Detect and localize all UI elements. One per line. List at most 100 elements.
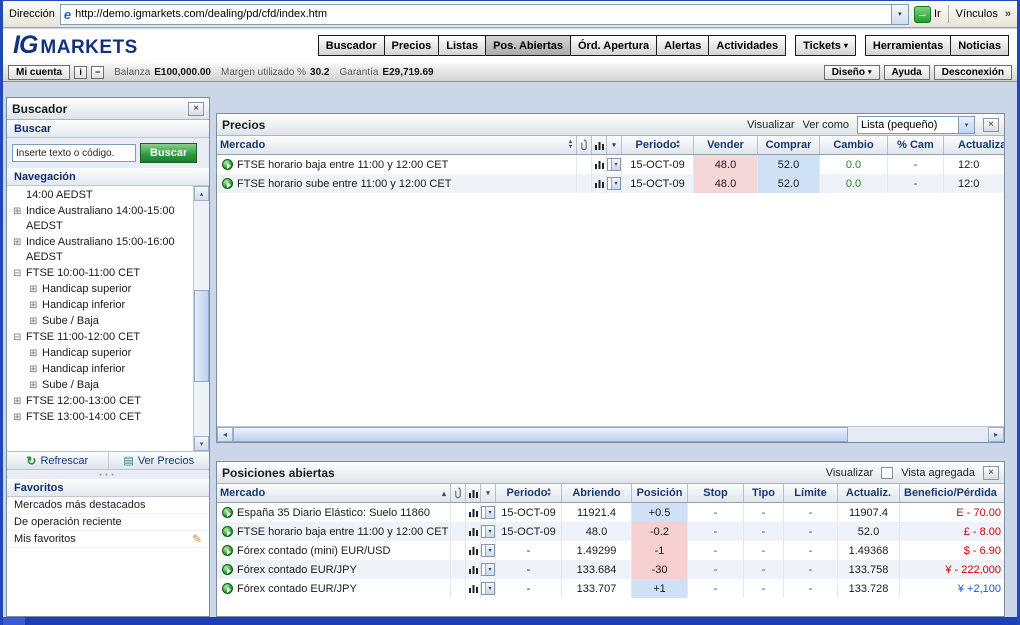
scroll-right-icon[interactable]: ▸	[988, 427, 1004, 442]
nav-button-listas[interactable]: Listas	[438, 35, 486, 56]
position-row[interactable]: FTSE horario baja entre 11:00 y 12:00 CE…	[217, 522, 1004, 541]
column-header-updated[interactable]: Actualizado	[944, 136, 1004, 154]
column-header-period[interactable]: Periodo▴▾	[622, 136, 694, 154]
tree-item[interactable]: ⊞Handicap superior	[7, 346, 193, 362]
dropdown-cell[interactable]: ▾	[607, 155, 622, 174]
dropdown-cell[interactable]: ▾	[481, 560, 496, 579]
column-header-chart[interactable]	[466, 484, 481, 502]
scroll-up-icon[interactable]: ▴	[194, 186, 209, 201]
minimize-button[interactable]: −	[91, 66, 104, 79]
toolbar-overflow-icon[interactable]: »	[1005, 8, 1011, 20]
links-label[interactable]: Vínculos	[956, 8, 998, 20]
dropdown-cell[interactable]: ▾	[481, 541, 496, 560]
view-as-select[interactable]: Lista (pequeño) ▾	[857, 116, 975, 134]
prices-horizontal-scrollbar[interactable]: ◂ ▸	[217, 426, 1004, 442]
column-header-opening[interactable]: Abriendo	[562, 484, 632, 502]
tree-expand-icon[interactable]: ⊞	[29, 298, 42, 313]
help-button[interactable]: Ayuda	[884, 65, 930, 80]
position-row[interactable]: Fórex contado (mini) EUR/USD▾-1.49299-1-…	[217, 541, 1004, 560]
row-dropdown-combo[interactable]: ▾	[481, 582, 495, 595]
position-row[interactable]: Fórex contado EUR/JPY▾-133.684-30---133.…	[217, 560, 1004, 579]
prices-visualize-button[interactable]: Visualizar	[747, 119, 795, 131]
column-header-change[interactable]: Cambio	[820, 136, 888, 154]
scrollbar-thumb[interactable]	[233, 427, 848, 442]
close-icon[interactable]: ×	[983, 466, 999, 480]
row-dropdown-combo[interactable]: ▾	[607, 158, 621, 171]
panel-resize-grip[interactable]: ●●●	[7, 470, 209, 479]
play-icon[interactable]	[222, 507, 233, 518]
nav-button-alertas[interactable]: Alertas	[656, 35, 709, 56]
dropdown-cell[interactable]: ▾	[481, 579, 496, 598]
nav-button-tickets[interactable]: Tickets▾	[795, 35, 856, 56]
design-button[interactable]: Diseño ▾	[824, 65, 880, 80]
scroll-left-icon[interactable]: ◂	[217, 427, 233, 442]
dropdown-cell[interactable]: ▾	[607, 174, 622, 193]
tree-expand-icon[interactable]: ⊞	[29, 314, 42, 329]
column-header-position[interactable]: Posición	[632, 484, 688, 502]
chart-cell[interactable]	[466, 541, 481, 560]
info-button[interactable]: i	[74, 66, 87, 79]
go-button[interactable]: → Ir	[914, 6, 941, 23]
tree-expand-icon[interactable]: ⊞	[13, 204, 26, 234]
tree-collapse-icon[interactable]: ⊟	[13, 266, 26, 281]
chart-cell[interactable]	[466, 579, 481, 598]
tree-expand-icon[interactable]: ⊞	[29, 378, 42, 393]
tree-item[interactable]: ⊞Handicap inferior	[7, 362, 193, 378]
row-dropdown-combo[interactable]: ▾	[481, 563, 495, 576]
play-icon[interactable]	[222, 545, 233, 556]
chart-cell[interactable]	[592, 155, 607, 174]
column-header-profit-loss[interactable]: Beneficio/Pérdida	[900, 484, 1004, 502]
chart-cell[interactable]	[592, 174, 607, 193]
tree-item[interactable]: ⊟FTSE 10:00-11:00 CET	[7, 266, 193, 282]
favorites-item[interactable]: De operación reciente	[7, 514, 209, 531]
tree-expand-icon[interactable]: ⊞	[13, 394, 26, 409]
column-header-attachment[interactable]	[577, 136, 592, 154]
play-icon[interactable]	[222, 583, 233, 594]
tree-expand-icon[interactable]: ⊞	[29, 282, 42, 297]
dropdown-cell[interactable]: ▾	[481, 522, 496, 541]
logout-button[interactable]: Desconexión	[934, 65, 1012, 80]
column-header-current[interactable]: Actualiz.	[838, 484, 900, 502]
sell-price-cell[interactable]: 48.0	[694, 155, 758, 174]
nav-button-precios[interactable]: Precios	[384, 35, 440, 56]
scroll-down-icon[interactable]: ▾	[194, 436, 209, 451]
positions-visualize-button[interactable]: Visualizar	[826, 467, 874, 479]
price-row[interactable]: FTSE horario sube entre 11:00 y 12:00 CE…	[217, 174, 1004, 193]
search-button[interactable]: Buscar	[140, 143, 197, 163]
tree-item[interactable]: ⊞Sube / Baja	[7, 314, 193, 330]
tree-item[interactable]: ⊞Sube / Baja	[7, 378, 193, 394]
tree-item[interactable]: ⊞Indice Australiano 14:00-15:00 AEDST	[7, 204, 193, 235]
tree-item[interactable]: ⊞Indice Australiano 15:00-16:00 AEDST	[7, 235, 193, 266]
dropdown-cell[interactable]: ▾	[481, 503, 496, 522]
tree-item[interactable]: ⊟FTSE 11:00-12:00 CET	[7, 330, 193, 346]
chart-cell[interactable]	[466, 503, 481, 522]
refresh-button[interactable]: ↻ Refrescar	[7, 452, 108, 469]
column-header-limit[interactable]: Límite	[784, 484, 838, 502]
address-dropdown-button[interactable]: ▾	[891, 5, 908, 24]
nav-button-rd-apertura[interactable]: Órd. Apertura	[570, 35, 657, 56]
play-icon[interactable]	[222, 564, 233, 575]
nav-button-buscador[interactable]: Buscador	[318, 35, 385, 56]
chart-cell[interactable]	[466, 560, 481, 579]
aggregated-view-checkbox[interactable]	[881, 467, 893, 479]
play-icon[interactable]	[222, 178, 233, 189]
search-input[interactable]	[12, 144, 136, 162]
nav-button-noticias[interactable]: Noticias	[950, 35, 1009, 56]
column-header-market[interactable]: Mercado▴▾	[217, 136, 577, 154]
column-header-attachment[interactable]	[451, 484, 466, 502]
column-header-dropdown[interactable]: ▾	[481, 484, 496, 502]
edit-pencil-icon[interactable]: ✎	[192, 532, 202, 546]
play-icon[interactable]	[222, 526, 233, 537]
row-dropdown-combo[interactable]: ▾	[481, 525, 495, 538]
tree-item[interactable]: ⊞Handicap superior	[7, 282, 193, 298]
price-row[interactable]: FTSE horario baja entre 11:00 y 12:00 CE…	[217, 155, 1004, 174]
favorites-item[interactable]: Mercados más destacados	[7, 497, 209, 514]
sell-price-cell[interactable]: 48.0	[694, 174, 758, 193]
address-input[interactable]: e http://demo.igmarkets.com/dealing/pd/c…	[60, 4, 909, 25]
column-header-type[interactable]: Tipo	[744, 484, 784, 502]
column-header-stop[interactable]: Stop	[688, 484, 744, 502]
row-dropdown-combo[interactable]: ▾	[607, 177, 621, 190]
see-prices-button[interactable]: ▤ Ver Precios	[108, 452, 210, 469]
tree-item[interactable]: ⊞Handicap inferior	[7, 298, 193, 314]
row-dropdown-combo[interactable]: ▾	[481, 544, 495, 557]
